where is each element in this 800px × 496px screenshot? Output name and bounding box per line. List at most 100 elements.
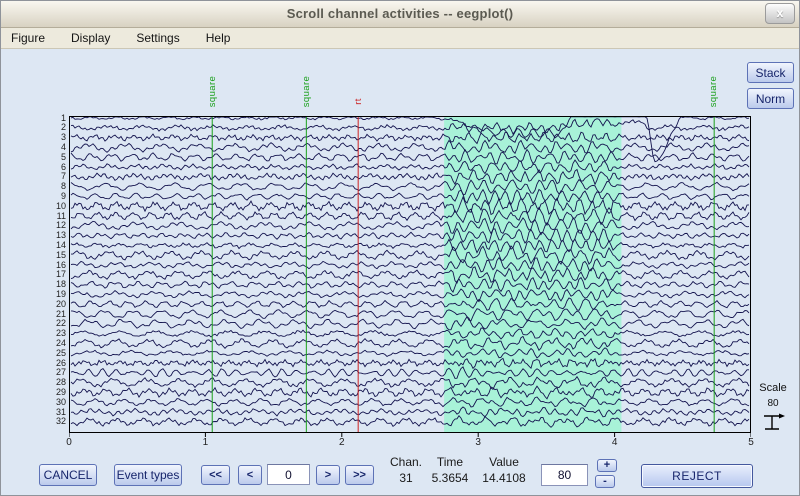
eeg-trace-ch24[interactable] (71, 336, 749, 350)
close-icon[interactable]: x (765, 3, 795, 24)
x-tick-label-2: 2 (332, 437, 352, 448)
channel-label-9: 9 (35, 192, 66, 201)
norm-button[interactable]: Norm (747, 88, 794, 109)
eeg-trace-ch12[interactable] (71, 218, 749, 235)
channel-label-8: 8 (35, 182, 66, 191)
channel-label-32: 32 (35, 417, 66, 426)
scale-minus-button[interactable]: - (595, 475, 615, 488)
channel-label-6: 6 (35, 163, 66, 172)
eeg-trace-ch5[interactable] (71, 150, 749, 165)
eeg-trace-ch28[interactable] (71, 377, 749, 390)
channel-label-2: 2 (35, 123, 66, 132)
reject-button[interactable]: REJECT (641, 464, 753, 488)
eeg-trace-ch3[interactable] (71, 132, 749, 143)
channel-label-3: 3 (35, 133, 66, 142)
stack-button[interactable]: Stack (747, 62, 794, 83)
scale-icon (760, 411, 788, 433)
event-label-square-1: square (300, 69, 312, 113)
scale-value: 80 (749, 398, 797, 409)
eeg-trace-ch8[interactable] (71, 180, 749, 195)
eeg-trace-ch20[interactable] (71, 298, 749, 310)
eeg-plot-canvas[interactable] (69, 116, 751, 440)
channel-label-17: 17 (35, 270, 66, 279)
next-page-button[interactable]: >> (345, 465, 374, 485)
channel-label-26: 26 (35, 359, 66, 368)
value-value: 14.4108 (478, 471, 530, 485)
eeg-trace-ch16[interactable] (71, 258, 749, 272)
channel-label-14: 14 (35, 241, 66, 250)
scale-label: Scale (749, 382, 797, 394)
chan-label: Chan. (387, 455, 425, 469)
channel-label-27: 27 (35, 368, 66, 377)
menu-display[interactable]: Display (71, 31, 110, 45)
channel-label-4: 4 (35, 143, 66, 152)
eeg-trace-ch19[interactable] (71, 289, 749, 302)
time-value: 5.3654 (429, 471, 471, 485)
eeg-trace-ch27[interactable] (71, 367, 749, 379)
channel-label-25: 25 (35, 349, 66, 358)
time-label: Time (429, 455, 471, 469)
eeg-trace-ch26[interactable] (71, 358, 749, 368)
channel-label-1: 1 (35, 114, 66, 123)
channel-label-16: 16 (35, 261, 66, 270)
channel-label-28: 28 (35, 378, 66, 387)
event-label-square-3: square (708, 69, 720, 113)
eeg-traces-svg (69, 116, 751, 440)
channel-label-11: 11 (35, 212, 66, 221)
x-tick-label-0: 0 (59, 437, 79, 448)
channel-label-29: 29 (35, 388, 66, 397)
scale-plus-button[interactable]: + (597, 459, 617, 472)
event-label-rt-2: rt (352, 89, 364, 113)
event-label-text: square (709, 75, 720, 106)
eeg-trace-ch31[interactable] (71, 407, 749, 417)
eeg-trace-ch10[interactable] (71, 197, 749, 214)
menu-figure[interactable]: Figure (11, 31, 45, 45)
eeg-trace-ch6[interactable] (71, 160, 749, 174)
channel-label-30: 30 (35, 398, 66, 407)
eeg-trace-ch30[interactable] (71, 397, 749, 407)
event-types-button[interactable]: Event types (114, 464, 182, 486)
eeg-trace-ch18[interactable] (71, 278, 749, 293)
eeg-trace-ch17[interactable] (71, 267, 749, 283)
eeg-trace-ch25[interactable] (71, 348, 749, 358)
position-input[interactable] (267, 464, 310, 485)
eeg-trace-ch4[interactable] (71, 140, 749, 153)
x-tick-label-5: 5 (741, 437, 761, 448)
channel-label-12: 12 (35, 221, 66, 230)
next-button[interactable]: > (316, 465, 340, 485)
menu-settings[interactable]: Settings (136, 31, 179, 45)
eeg-trace-ch29[interactable] (71, 386, 749, 399)
value-label: Value (478, 455, 530, 469)
event-label-text: rt (353, 98, 364, 105)
eeg-trace-ch23[interactable] (71, 328, 749, 339)
channel-label-19: 19 (35, 290, 66, 299)
eeg-trace-ch32[interactable] (71, 416, 749, 428)
window-title: Scroll channel activities -- eegplot() (1, 6, 799, 21)
event-label-text: square (301, 75, 312, 106)
channel-label-21: 21 (35, 310, 66, 319)
eeg-trace-ch15[interactable] (71, 246, 749, 264)
event-label-text: square (207, 75, 218, 106)
plot-border (70, 117, 751, 433)
title-bar[interactable]: Scroll channel activities -- eegplot() x (1, 1, 799, 28)
menu-help[interactable]: Help (206, 31, 231, 45)
prev-page-button[interactable]: << (201, 465, 230, 485)
prev-button[interactable]: < (238, 465, 262, 485)
eeg-trace-ch21[interactable] (71, 309, 749, 321)
menu-bar: Figure Display Settings Help (1, 28, 799, 49)
channel-label-13: 13 (35, 231, 66, 240)
chan-value: 31 (387, 471, 425, 485)
channel-axis: 1234567891011121314151617181920212223242… (35, 116, 66, 433)
x-tick-label-4: 4 (605, 437, 625, 448)
eeg-trace-ch22[interactable] (71, 317, 749, 330)
channel-label-31: 31 (35, 408, 66, 417)
eeg-trace-ch7[interactable] (71, 170, 749, 185)
channel-label-22: 22 (35, 319, 66, 328)
scale-input[interactable] (541, 464, 588, 486)
eeg-trace-ch13[interactable] (71, 229, 749, 243)
channel-label-5: 5 (35, 153, 66, 162)
x-tick-label-3: 3 (468, 437, 488, 448)
cancel-button[interactable]: CANCEL (39, 464, 97, 486)
event-label-square-0: square (206, 69, 218, 113)
channel-label-24: 24 (35, 339, 66, 348)
